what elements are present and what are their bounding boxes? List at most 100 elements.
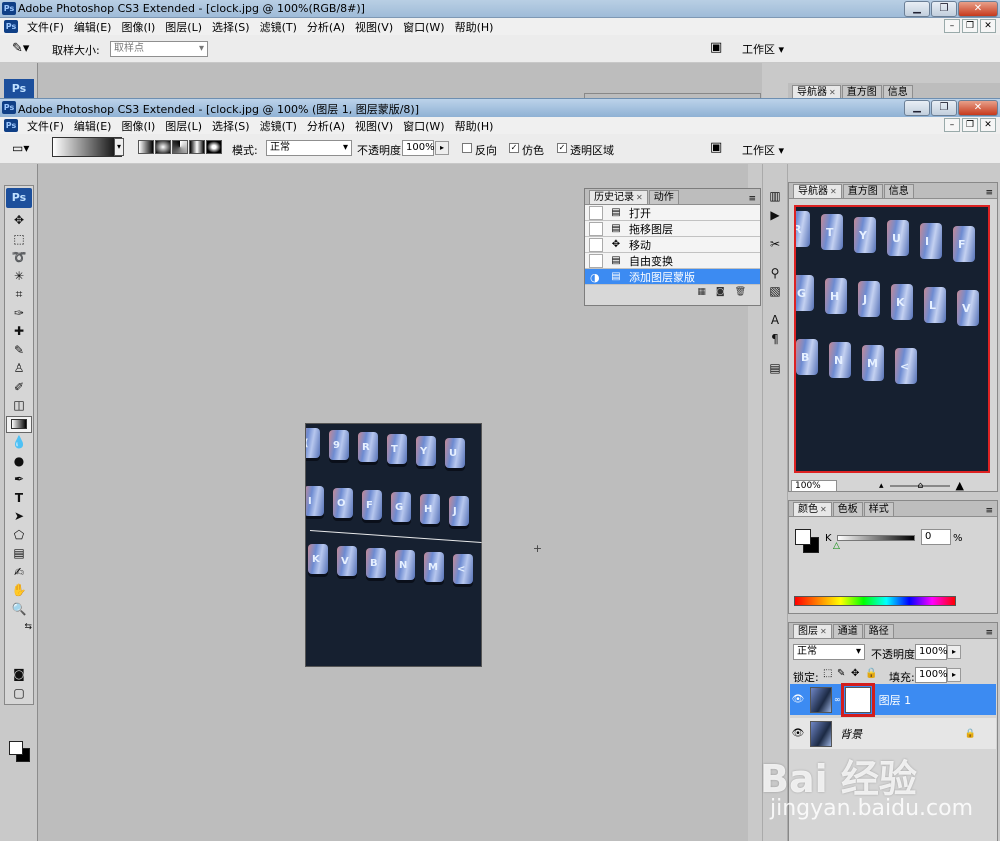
menu-select[interactable]: 选择(S)	[207, 19, 255, 35]
lock-transparent-icon[interactable]: ⬚	[823, 668, 832, 679]
menu-image[interactable]: 图像(I)	[116, 19, 160, 35]
ps-menu-icon[interactable]: Ps	[4, 20, 18, 33]
history-item-add-layer-mask[interactable]: ◑ ▤ 添加图层蒙版	[585, 269, 760, 285]
layer-opacity-input[interactable]: 100%	[915, 644, 948, 660]
close-icon[interactable]: ✕	[830, 187, 837, 196]
panel-menu-icon[interactable]: ≡	[985, 506, 993, 516]
radial-gradient-icon[interactable]	[155, 140, 171, 154]
blur-tool-icon[interactable]: 💧	[6, 434, 32, 451]
k-slider[interactable]	[837, 535, 915, 541]
layer-row-background[interactable]: 👁 背景 🔒	[790, 718, 996, 749]
mode-select[interactable]: 正常 ▾	[266, 140, 352, 156]
tab-color[interactable]: 颜色 ✕	[793, 502, 832, 516]
workspace-button[interactable]: 工作区 ▾	[742, 41, 784, 57]
eyedropper-tool-icon[interactable]: ✍	[6, 564, 32, 581]
k-slider-thumb-icon[interactable]: △	[833, 541, 840, 551]
layer-row-layer1[interactable]: 👁 ∞ 图层 1	[790, 682, 996, 717]
lock-position-icon[interactable]: ✥	[851, 668, 859, 679]
close-button[interactable]: ✕	[958, 100, 998, 116]
tab-histogram-back[interactable]: 直方图	[841, 85, 882, 99]
character-dock-icon[interactable]: A	[765, 312, 785, 329]
panel-menu-icon[interactable]: ≡	[985, 188, 993, 198]
zoom-tool-icon[interactable]: 🔍	[6, 601, 32, 618]
menu-edit[interactable]: 编辑(E)	[69, 118, 117, 134]
layer-mask-thumbnail[interactable]	[840, 682, 875, 717]
fill-slider-arrow-icon[interactable]: ▸	[947, 668, 961, 682]
menu-view[interactable]: 视图(V)	[350, 19, 398, 35]
close-icon[interactable]: ✕	[820, 505, 827, 514]
new-document-icon[interactable]: ▦	[697, 287, 706, 297]
doc-minimize-button[interactable]: –	[944, 19, 960, 33]
menu-window[interactable]: 窗口(W)	[398, 118, 449, 134]
menu-window[interactable]: 窗口(W)	[398, 19, 449, 35]
path-selection-tool-icon[interactable]: ➤	[6, 508, 32, 525]
panel-menu-icon[interactable]: ≡	[985, 628, 993, 638]
tab-actions[interactable]: 动作	[648, 190, 679, 204]
menu-help[interactable]: 帮助(H)	[450, 118, 499, 134]
toolbox-ps-logo[interactable]: Ps	[6, 188, 32, 208]
menu-analysis[interactable]: 分析(A)	[302, 19, 350, 35]
history-snapshot-checkbox[interactable]	[589, 237, 603, 252]
minimize-button[interactable]: ▁	[904, 1, 930, 17]
link-icon[interactable]: ∞	[834, 695, 841, 704]
angle-gradient-icon[interactable]	[172, 140, 188, 154]
color-fg-swatch[interactable]	[795, 529, 811, 545]
lock-image-icon[interactable]: ✎	[837, 668, 845, 679]
maximize-button[interactable]: ❐	[931, 1, 957, 17]
menu-file[interactable]: 文件(F)	[22, 118, 69, 134]
move-tool-icon[interactable]: ✥	[6, 212, 32, 229]
menu-help[interactable]: 帮助(H)	[450, 19, 499, 35]
zoom-in-icon[interactable]: ▲	[956, 479, 964, 492]
foreground-color-swatch[interactable]	[9, 741, 23, 755]
history-snapshot-checkbox[interactable]	[589, 253, 603, 268]
tab-layers[interactable]: 图层 ✕	[793, 624, 832, 638]
paragraph-dock-icon[interactable]: ¶	[765, 331, 785, 348]
notes-tool-icon[interactable]: ▤	[6, 545, 32, 562]
panel-menu-icon[interactable]: ≡	[748, 194, 756, 204]
healing-brush-tool-icon[interactable]: ✚	[6, 323, 32, 340]
hand-tool-icon[interactable]: ✋	[6, 582, 32, 599]
reverse-checkbox[interactable]	[462, 143, 472, 153]
gradient-tool-icon[interactable]	[6, 415, 32, 433]
bridge-icon[interactable]: ▣	[710, 140, 722, 155]
tab-info[interactable]: 信息	[883, 184, 914, 198]
doc-restore-button[interactable]: ❐	[962, 118, 978, 132]
tool-presets-dock-icon[interactable]: ✂	[765, 236, 785, 253]
dodge-tool-icon[interactable]: ●	[6, 453, 32, 470]
history-item-drag-layer[interactable]: ▤ 拖移图层	[585, 221, 760, 237]
color-spectrum-bar[interactable]	[794, 596, 956, 606]
menu-filter[interactable]: 滤镜(T)	[255, 19, 302, 35]
blend-mode-select[interactable]: 正常 ▾	[793, 644, 865, 660]
pen-tool-icon[interactable]: ✒	[6, 471, 32, 488]
trash-icon[interactable]: 🗑	[735, 287, 746, 297]
clone-source-dock-icon[interactable]: ▧	[765, 283, 785, 300]
menu-select[interactable]: 选择(S)	[207, 118, 255, 134]
eye-icon[interactable]: 👁	[790, 728, 806, 739]
quick-mask-icon[interactable]: ◙	[6, 666, 32, 683]
history-snapshot-checkbox[interactable]	[589, 205, 603, 220]
navigator-dock-icon[interactable]: ▥	[765, 188, 785, 205]
camera-snapshot-icon[interactable]: ◙	[716, 287, 725, 297]
tab-histogram[interactable]: 直方图	[842, 184, 883, 198]
tab-swatches[interactable]: 色板	[832, 502, 863, 516]
tab-styles[interactable]: 样式	[863, 502, 894, 516]
opacity-slider-arrow-icon[interactable]: ▸	[947, 645, 961, 659]
brush-tool-icon[interactable]: ✎	[6, 342, 32, 359]
gradient-picker-arrow-icon[interactable]: ▾	[114, 138, 124, 156]
eye-icon[interactable]: 👁	[790, 694, 806, 705]
linear-gradient-icon[interactable]	[138, 140, 154, 154]
close-icon[interactable]: ✕	[829, 88, 836, 97]
screen-mode-icon[interactable]: ▢	[6, 685, 32, 702]
tab-navigator-back[interactable]: 导航器 ✕	[792, 85, 841, 99]
document-image[interactable]: (9 R T Y U I O F G H J K V B N M <	[305, 423, 482, 667]
close-button[interactable]: ✕	[958, 1, 998, 17]
reflected-gradient-icon[interactable]	[189, 140, 205, 154]
navigator-thumbnail[interactable]: R T Y U I F G H J K L V B N M <	[794, 205, 990, 473]
sample-size-select[interactable]: 取样点 ▾	[110, 41, 208, 57]
history-brush-tool-icon[interactable]: ✐	[6, 379, 32, 396]
marquee-tool-icon[interactable]: ⬚	[6, 231, 32, 248]
gradient-tool-preset-icon[interactable]: ▭▾	[12, 141, 29, 155]
opacity-input[interactable]: 100%	[402, 140, 435, 156]
menu-edit[interactable]: 编辑(E)	[69, 19, 117, 35]
slice-tool-icon[interactable]: ✑	[6, 305, 32, 322]
